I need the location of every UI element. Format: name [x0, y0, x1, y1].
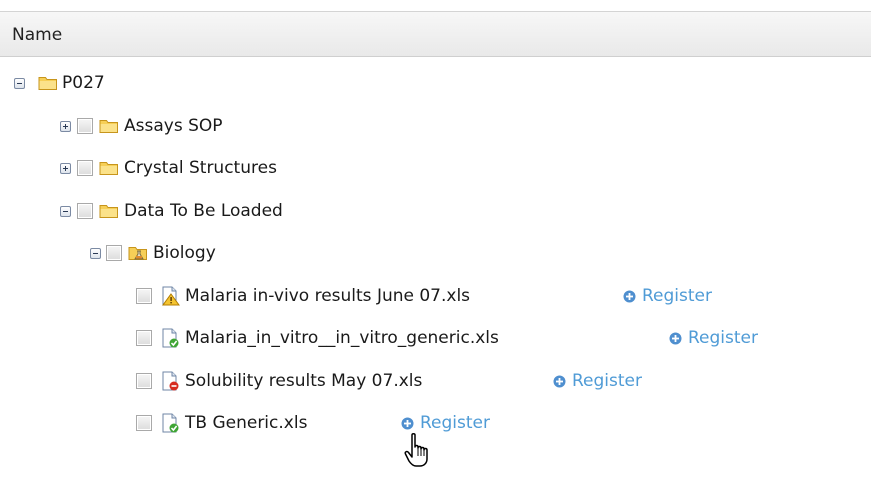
- ok-file-icon: [160, 328, 180, 348]
- plus-circle-icon: [401, 417, 414, 430]
- row-checkbox[interactable]: [136, 330, 152, 346]
- tree-node-label[interactable]: Data To Be Loaded: [124, 201, 283, 221]
- row-checkbox[interactable]: [136, 288, 152, 304]
- register-label: Register: [688, 328, 758, 348]
- warning-file-icon: [160, 286, 180, 306]
- tree-row-root: P027: [0, 69, 871, 99]
- row-checkbox[interactable]: [77, 160, 93, 176]
- folder-icon: [38, 73, 58, 93]
- row-checkbox[interactable]: [77, 203, 93, 219]
- hand-cursor-icon: [404, 432, 428, 467]
- file-name[interactable]: Solubility results May 07.xls: [185, 371, 422, 391]
- plus-circle-icon: [623, 290, 636, 303]
- file-tree-panel: Name P027 Assays SOP Crystal Structures …: [0, 0, 871, 477]
- column-header-name-label: Name: [12, 25, 63, 45]
- tree-row-subfolder: Biology: [0, 239, 871, 269]
- plus-circle-icon: [669, 332, 682, 345]
- folder-icon: [99, 201, 119, 221]
- tree-row-folder: Data To Be Loaded: [0, 197, 871, 227]
- row-checkbox[interactable]: [106, 245, 122, 261]
- folder-icon: [99, 158, 119, 178]
- register-label: Register: [572, 371, 642, 391]
- expand-toggle[interactable]: [60, 121, 71, 132]
- expand-toggle[interactable]: [60, 163, 71, 174]
- tree-row-file: Malaria_in_vitro__in_vitro_generic.xls R…: [0, 324, 871, 354]
- row-checkbox[interactable]: [77, 118, 93, 134]
- ok-file-icon: [160, 413, 180, 433]
- tree-node-label[interactable]: Assays SOP: [124, 116, 223, 136]
- tree-row-file: TB Generic.xls Register: [0, 409, 871, 439]
- file-name[interactable]: Malaria_in_vitro__in_vitro_generic.xls: [185, 328, 499, 348]
- tree-row-folder: Crystal Structures: [0, 154, 871, 184]
- collapse-toggle[interactable]: [60, 206, 71, 217]
- tree-row-folder: Assays SOP: [0, 112, 871, 142]
- collapse-toggle[interactable]: [90, 248, 101, 259]
- tree-row-file: Solubility results May 07.xls Register: [0, 367, 871, 397]
- register-label: Register: [420, 413, 490, 433]
- column-header[interactable]: Name: [0, 11, 871, 57]
- file-name[interactable]: TB Generic.xls: [185, 413, 307, 433]
- row-checkbox[interactable]: [136, 373, 152, 389]
- folder-icon: [99, 116, 119, 136]
- tree-row-file: Malaria in-vivo results June 07.xls Regi…: [0, 282, 871, 312]
- file-name[interactable]: Malaria in-vivo results June 07.xls: [185, 286, 470, 306]
- plus-circle-icon: [553, 375, 566, 388]
- register-label: Register: [642, 286, 712, 306]
- tree-node-label[interactable]: P027: [62, 73, 105, 93]
- biology-folder-icon: [128, 243, 148, 263]
- tree-node-label[interactable]: Biology: [153, 243, 216, 263]
- collapse-toggle[interactable]: [14, 78, 25, 89]
- row-checkbox[interactable]: [136, 415, 152, 431]
- tree-node-label[interactable]: Crystal Structures: [124, 158, 277, 178]
- error-file-icon: [160, 371, 180, 391]
